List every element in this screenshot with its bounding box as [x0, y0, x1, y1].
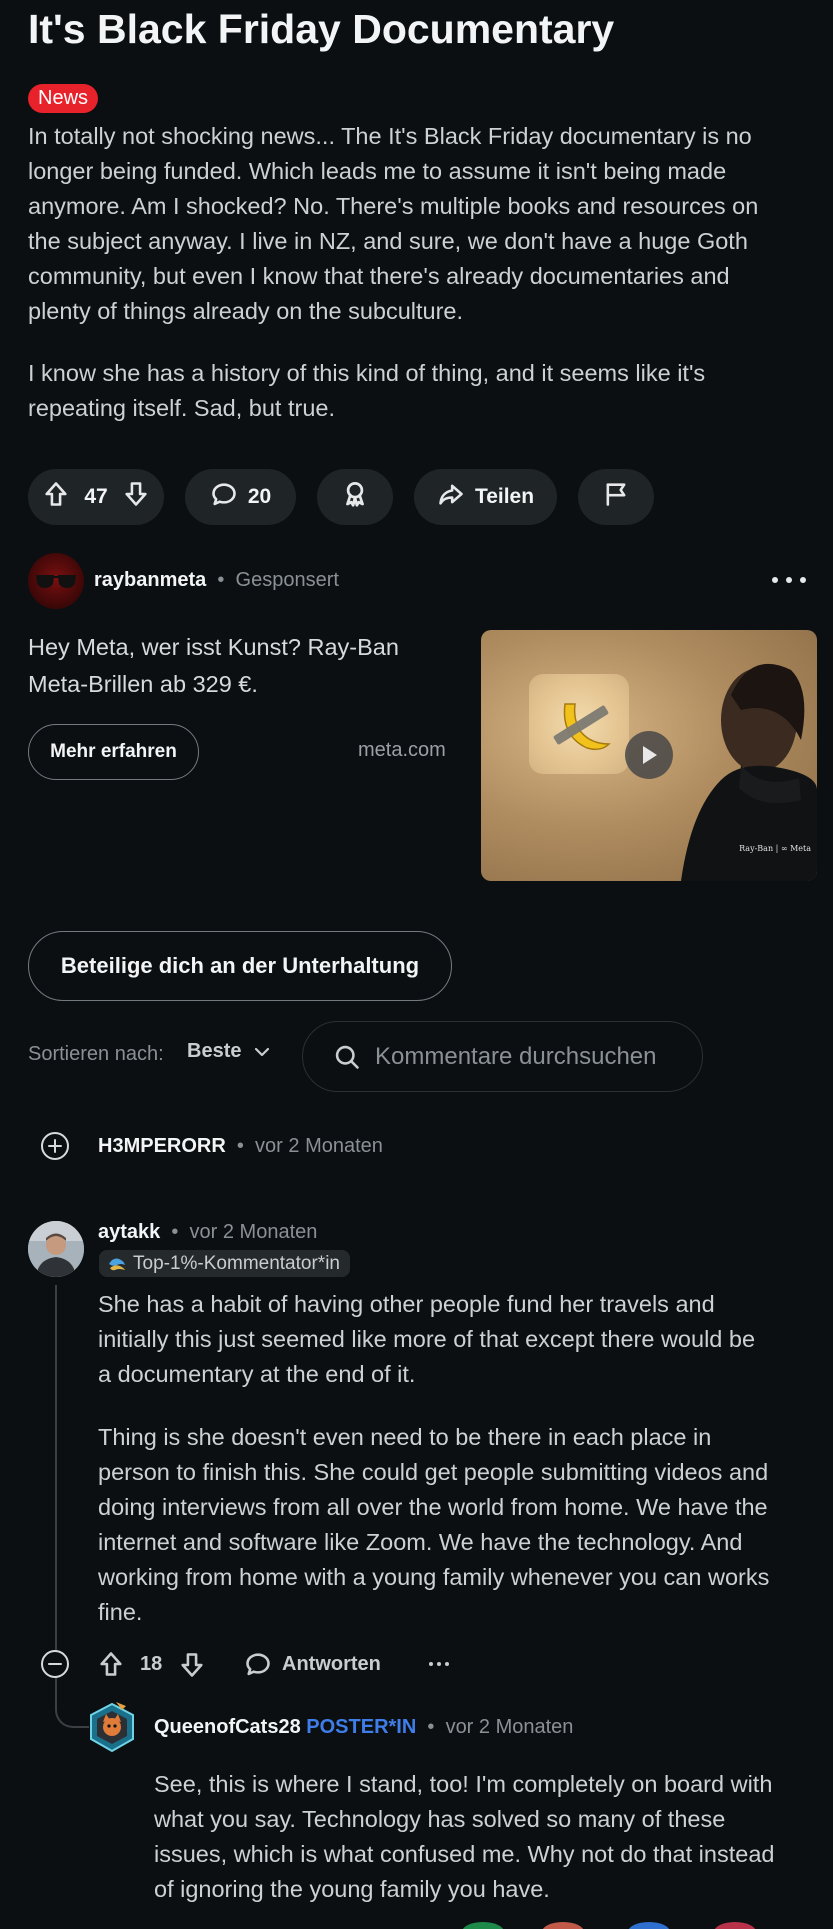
search-input[interactable] — [375, 1042, 695, 1071]
comment-line: of ignoring the young family you have. — [154, 1876, 550, 1902]
sort-label: Sortieren nach: — [28, 1043, 164, 1065]
chevron-down-icon — [255, 1047, 270, 1056]
vote-pill: 47 — [28, 469, 164, 525]
poster-badge: POSTER*IN — [306, 1716, 417, 1738]
ad-header: raybanmeta • Gesponsert — [94, 567, 339, 593]
award-token[interactable] — [542, 1922, 584, 1929]
comment-line: a documentary at the end of it. — [98, 1361, 416, 1387]
comment-line: She has a habit of having other people f… — [98, 1291, 715, 1317]
reply-label: Antworten — [282, 1652, 381, 1675]
separator-dot: • — [421, 1716, 440, 1738]
top-commenter-icon — [109, 1258, 125, 1270]
flair-badge[interactable]: News — [28, 84, 99, 113]
sort-dropdown[interactable]: Beste — [187, 1040, 271, 1063]
separator-dot: • — [211, 569, 230, 591]
collapsed-comment-header: H3MPERORR • vor 2 Monaten — [98, 1133, 383, 1159]
collapse-icon[interactable] — [41, 1650, 69, 1678]
comment-line: See, this is where I stand, too! I'm com… — [154, 1771, 773, 1797]
expand-icon[interactable] — [41, 1132, 69, 1160]
badge-label: Top-1%-Kommentator*in — [133, 1252, 340, 1274]
sponsored-label: Gesponsert — [235, 569, 339, 591]
vote-count: 18 — [140, 1653, 163, 1675]
banana-icon — [553, 703, 611, 751]
award-token[interactable] — [714, 1922, 756, 1929]
upvote-icon[interactable] — [42, 480, 70, 514]
share-button[interactable]: Teilen — [414, 469, 557, 525]
comment-icon — [246, 1653, 270, 1676]
downvote-icon[interactable] — [178, 1651, 206, 1684]
separator-dot: • — [165, 1221, 184, 1243]
reply-button[interactable]: Antworten — [244, 1650, 381, 1678]
award-token[interactable] — [462, 1922, 504, 1929]
search-icon — [335, 1045, 359, 1069]
post-body-line: I know she has a history of this kind of… — [28, 360, 706, 386]
learn-more-button[interactable]: Mehr erfahren — [28, 724, 199, 780]
reply-connector — [55, 1678, 89, 1728]
downvote-icon[interactable] — [122, 480, 150, 514]
post-body-paragraph-2: I know she has a history of this kind of… — [28, 356, 798, 426]
comment-time: vor 2 Monaten — [189, 1221, 318, 1243]
comment-count: 20 — [247, 485, 272, 508]
comment-line: internet and software like Zoom. We have… — [98, 1529, 743, 1555]
comment-time: vor 2 Monaten — [445, 1716, 574, 1738]
comment-line: initially this just seemed like more of … — [98, 1326, 756, 1352]
post-body-line: anymore. Am I shocked? No. There's multi… — [28, 193, 759, 219]
comment-search[interactable] — [302, 1021, 703, 1092]
upvote-icon[interactable] — [97, 1650, 125, 1683]
share-label: Teilen — [474, 485, 535, 508]
comments-button[interactable]: 20 — [185, 469, 296, 525]
comment-paragraph-1: She has a habit of having other people f… — [98, 1287, 818, 1392]
avatar[interactable] — [28, 1221, 84, 1277]
top-commenter-badge[interactable]: Top-1%-Kommentator*in — [99, 1250, 350, 1277]
comment-overflow-icon[interactable] — [429, 1662, 449, 1668]
avatar[interactable] — [86, 1700, 138, 1754]
flag-icon — [602, 480, 630, 514]
award-token[interactable] — [628, 1922, 670, 1929]
play-icon[interactable] — [625, 731, 673, 779]
ad-watermark: Ray-Ban | ∞ Meta — [739, 844, 811, 853]
join-conversation-button[interactable]: Beteilige dich an der Unterhaltung — [28, 931, 452, 1001]
post-body-line: repeating itself. Sad, but true. — [28, 395, 335, 421]
comment-username[interactable]: QueenofCats28 — [154, 1716, 301, 1738]
post-title: It's Black Friday Documentary — [28, 6, 615, 52]
comment-line: Thing is she doesn't even need to be the… — [98, 1424, 712, 1450]
post-body-line: community, but even I know that there's … — [28, 263, 730, 289]
ad-username[interactable]: raybanmeta — [94, 569, 206, 591]
post-body-line: plenty of things already on the subcultu… — [28, 298, 464, 324]
ad-video-thumbnail[interactable]: Ray-Ban | ∞ Meta — [481, 630, 817, 881]
award-icon — [340, 479, 370, 515]
ad-text: Hey Meta, wer isst Kunst? Ray-Ban Meta-B… — [28, 629, 428, 703]
comment-line: issues, which is what confused me. Why n… — [154, 1841, 775, 1867]
sort-value: Beste — [187, 1040, 242, 1062]
vote-count: 47 — [84, 485, 108, 508]
thread-line[interactable] — [55, 1285, 57, 1680]
comment-line: fine. — [98, 1599, 143, 1625]
share-icon — [437, 480, 465, 514]
ad-text-line: Hey Meta, wer isst Kunst? Ray-Ban — [28, 634, 399, 660]
ad-text-line: Meta-Brillen ab 329 €. — [28, 671, 258, 697]
post-body-line: the subject anyway. I live in NZ, and su… — [28, 228, 748, 254]
separator-dot: • — [231, 1135, 250, 1157]
post-body-line: In totally not shocking news... The It's… — [28, 123, 752, 149]
comment-line: what you say. Technology has solved so m… — [154, 1806, 726, 1832]
report-button[interactable] — [578, 469, 654, 525]
comment-paragraph: See, this is where I stand, too! I'm com… — [154, 1767, 824, 1907]
comment-time: vor 2 Monaten — [255, 1135, 383, 1157]
comment-header: aytakk • vor 2 Monaten — [98, 1219, 317, 1245]
overflow-menu-icon[interactable] — [772, 566, 806, 594]
comment-line: doing interviews from all over the world… — [98, 1494, 768, 1520]
post-body-line: longer being funded. Which leads me to a… — [28, 158, 727, 184]
comment-line: person to finish this. She could get peo… — [98, 1459, 769, 1485]
comment-icon — [210, 480, 238, 514]
ad-domain[interactable]: meta.com — [358, 739, 446, 762]
comment-line: working from home with a young family wh… — [98, 1564, 770, 1590]
sunglasses-icon — [36, 575, 76, 588]
award-button[interactable] — [317, 469, 393, 525]
post-body-paragraph-1: In totally not shocking news... The It's… — [28, 119, 798, 329]
ad-avatar[interactable] — [28, 553, 84, 609]
comment-username[interactable]: H3MPERORR — [98, 1135, 226, 1157]
comment-paragraph-2: Thing is she doesn't even need to be the… — [98, 1420, 818, 1630]
comment-username[interactable]: aytakk — [98, 1221, 160, 1243]
comment-header: QueenofCats28 POSTER*IN • vor 2 Monaten — [154, 1714, 573, 1740]
